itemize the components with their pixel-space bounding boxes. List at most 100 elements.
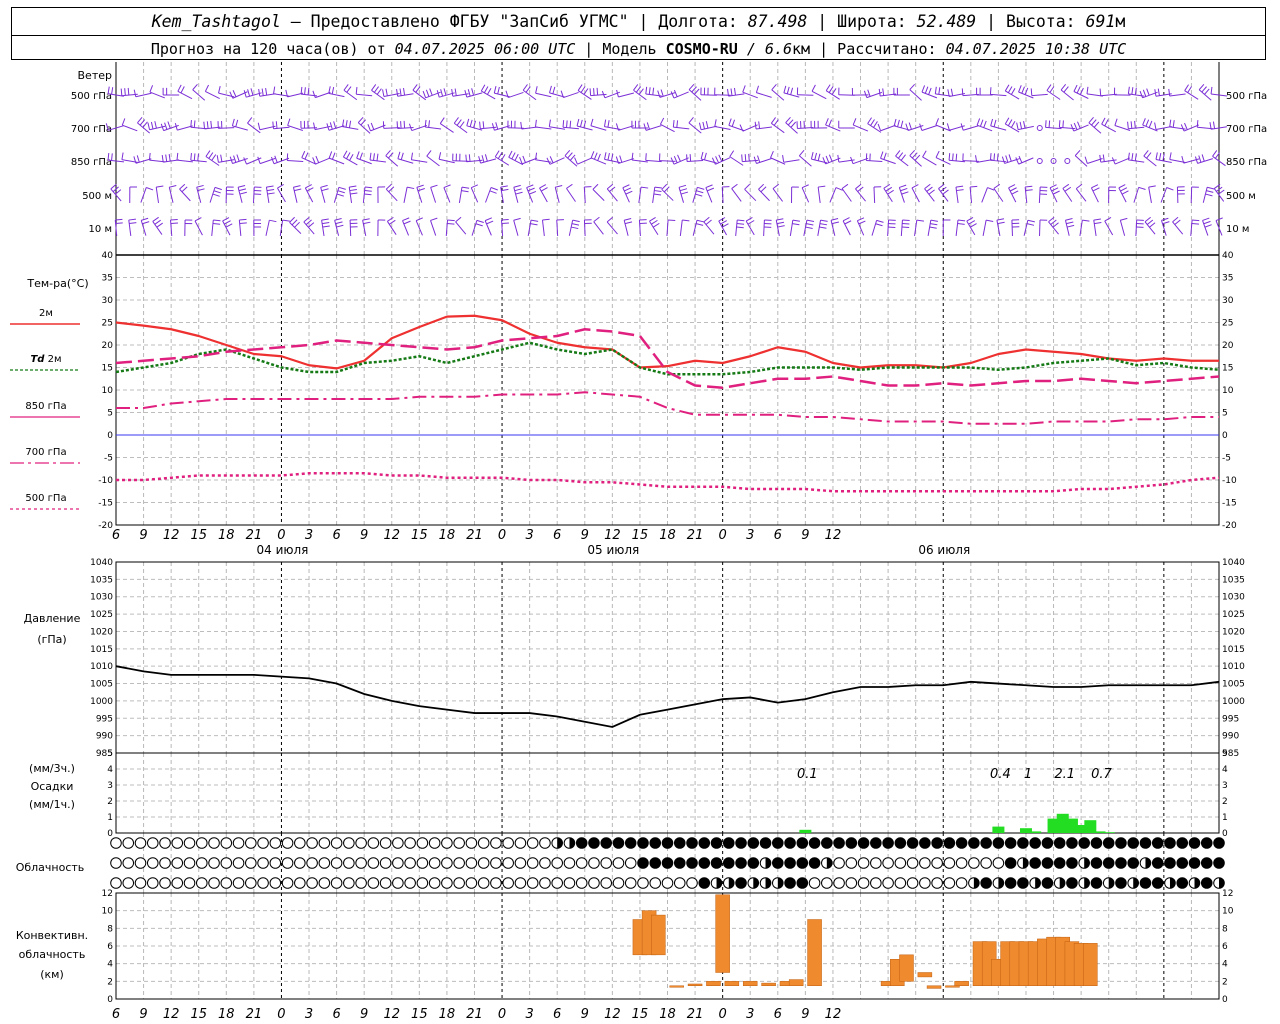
cloud-symbol (722, 857, 735, 869)
wind-barb-feather (676, 120, 679, 128)
wind-barb-feather (540, 187, 548, 192)
cloud-symbol (992, 837, 1005, 849)
wind-barb (981, 187, 988, 203)
wind-barb-feather (574, 157, 578, 165)
wind-barb-feather (479, 121, 481, 129)
wind-barb-feather (926, 186, 933, 192)
wind-barb-feather (607, 120, 610, 128)
cloud-half (1194, 877, 1200, 889)
wind-barb-feather (239, 191, 247, 195)
wind-barb-feather (1127, 152, 1130, 160)
cloud-symbol (808, 837, 821, 849)
wind-barb (841, 188, 852, 202)
cloud-symbol (514, 857, 527, 869)
wind-barb-feather (661, 183, 668, 190)
wind-barb-feather (885, 186, 893, 192)
wind-barb-feather (1146, 152, 1152, 159)
wind-barb-feather (1142, 118, 1146, 126)
conv-bar (788, 979, 804, 986)
wind-barb-feather (222, 217, 230, 222)
wind-barb-feather (348, 120, 352, 128)
precip-panel-ytick-right: 0 (1222, 829, 1228, 839)
cloud-half (1169, 877, 1176, 889)
wind-barb-feather (1174, 219, 1181, 225)
wind-barb-feather (1130, 121, 1133, 129)
wind-barb-feather (579, 119, 583, 127)
conv-time-tick: 6 (112, 1007, 120, 1022)
wind-barb-feather (679, 188, 688, 192)
precip-panel-ytick-right: 4 (1222, 765, 1228, 775)
wind-barb-feather (688, 83, 695, 90)
wind-barb-feather (133, 89, 137, 97)
wind-barb-feather (320, 184, 328, 188)
wind-barb-feather (825, 118, 829, 126)
wind-barb-feather (1009, 187, 1017, 192)
cloud-symbol (980, 857, 992, 869)
date-label: 05 июля (587, 543, 639, 557)
wind-barb-feather (1143, 150, 1149, 157)
wind-barb-feather (900, 120, 904, 128)
cloud-symbol (208, 857, 220, 869)
wind-barb (348, 187, 353, 203)
wind-barb-feather (343, 84, 349, 91)
temp-time-tick: 0 (719, 528, 727, 543)
cloud-symbol (1115, 877, 1127, 889)
wind-barb-feather (364, 190, 372, 192)
wind-barb-feather (652, 222, 660, 228)
cloud-symbol (857, 877, 870, 889)
wind-barb-feather (266, 185, 274, 188)
cloud-half (716, 877, 722, 889)
cloud-symbol (477, 857, 490, 869)
wind-barb-feather (359, 152, 363, 160)
wind-barb-feather (731, 119, 736, 127)
cloud-symbol (343, 837, 355, 849)
temp-panel-ytick-left: 0 (107, 431, 113, 441)
cloud-symbol (404, 837, 416, 849)
wind-barb-feather (213, 219, 221, 222)
wind-barb-feather (909, 83, 916, 90)
wind-barb-feather (204, 84, 210, 92)
cloud-symbol (1115, 837, 1127, 849)
wind-barb (982, 220, 987, 236)
wind-barb (287, 160, 304, 162)
cloud-half (1059, 877, 1065, 889)
pressure-panel-ytick-left: 1040 (90, 558, 113, 568)
wind-barb-feather (336, 224, 344, 228)
cloud-symbol (1004, 857, 1017, 869)
wind-barb (356, 93, 373, 97)
temp-panel-ytick-left: 25 (102, 319, 113, 329)
wind-barb-feather (1010, 88, 1016, 95)
wind-barb-feather (508, 150, 513, 158)
wind-barb-feather (447, 223, 455, 225)
cloud-symbol (1213, 837, 1225, 849)
temp-panel-ytick-left: 20 (102, 341, 114, 351)
wind-barb-feather (1007, 86, 1013, 93)
wind-barb-feather (115, 218, 123, 221)
wind-barb (1045, 126, 1062, 130)
wind-barb-feather (902, 219, 910, 222)
temp-panel-ytick-left: -10 (98, 476, 113, 486)
wind-barb-feather (837, 154, 840, 163)
wind-barb-feather (928, 87, 932, 95)
wind-level-right: 700 гПа (1226, 124, 1267, 135)
pressure-panel-ytick-right: 1035 (1222, 575, 1245, 585)
temp-time-tick: 9 (581, 528, 589, 543)
cloud-symbol (110, 857, 122, 869)
cloud-symbol (551, 877, 564, 889)
pressure-panel-ytick-left: 1000 (90, 697, 113, 707)
wind-barb-feather (811, 84, 816, 92)
cloud-symbol (882, 877, 894, 889)
wind-barb-feather (819, 226, 827, 229)
wind-barb-feather (154, 121, 157, 129)
precip-bar (1102, 832, 1115, 833)
wind-barb-feather (220, 154, 223, 162)
wind-barb-feather (596, 87, 599, 96)
wind-barb-feather (1076, 86, 1081, 94)
wind-barb-feather (275, 121, 278, 129)
wind-barb-feather (562, 120, 565, 128)
precip-bar (1084, 820, 1097, 833)
cloud-symbol (1200, 857, 1213, 869)
wind-barb-feather (357, 116, 364, 123)
wind-barb-feather (893, 118, 897, 127)
cloud-symbol (539, 857, 551, 869)
